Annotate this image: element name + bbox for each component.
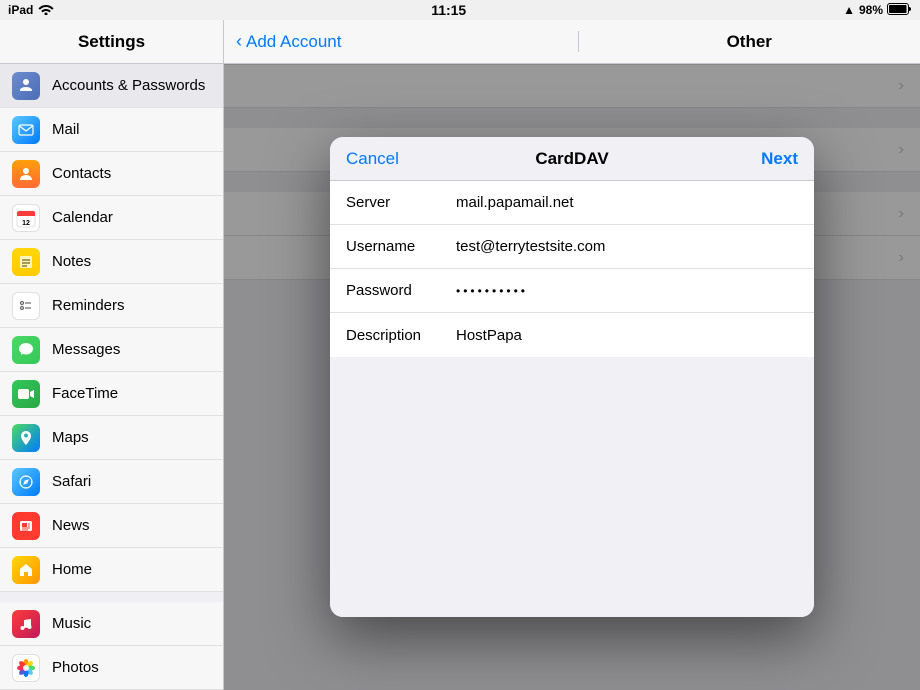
modal-footer [330,357,814,617]
reminders-icon [12,292,40,320]
header-row: Settings ‹ Add Account Other [0,20,920,64]
content-area: Accounts & Passwords Mail [0,64,920,690]
sidebar-mail-label: Mail [52,121,80,138]
username-value[interactable]: test@terrytestsite.com [456,238,798,255]
svg-text:12: 12 [22,220,30,227]
sidebar-item-photos[interactable]: Photos [0,646,223,690]
sidebar-item-reminders[interactable]: Reminders [0,284,223,328]
modal-next-button[interactable]: Next [761,149,798,169]
sidebar-maps-label: Maps [52,429,89,446]
nav-back-button[interactable]: Add Account [246,32,341,52]
description-label: Description [346,327,456,344]
modal-username-row: Username test@terrytestsite.com [330,225,814,269]
sidebar-home-label: Home [52,561,92,578]
sidebar-item-maps[interactable]: Maps [0,416,223,460]
home-icon [12,556,40,584]
notes-icon [12,248,40,276]
news-icon [12,512,40,540]
status-bar: iPad 11:15 ▲ 98% [0,0,920,20]
battery-icon [887,3,912,18]
sidebar-item-mail[interactable]: Mail [0,108,223,152]
sidebar-item-facetime[interactable]: FaceTime [0,372,223,416]
modal-body: Server mail.papamail.net Username test@t… [330,181,814,357]
settings-title: Settings [0,20,224,63]
modal-title: CardDAV [535,149,608,169]
calendar-icon: 12 [12,204,40,232]
sidebar-item-home[interactable]: Home [0,548,223,592]
location-icon: ▲ [843,3,855,17]
maps-icon [12,424,40,452]
carddav-modal: Cancel CardDAV Next Server mail.papamail… [330,137,814,617]
sidebar-item-news[interactable]: News [0,504,223,548]
facetime-icon [12,380,40,408]
main-layout: Settings ‹ Add Account Other Accounts [0,20,920,690]
server-value[interactable]: mail.papamail.net [456,194,798,211]
server-label: Server [346,194,456,211]
sidebar-safari-label: Safari [52,473,91,490]
music-icon [12,610,40,638]
sidebar-contacts-label: Contacts [52,165,111,182]
sidebar-item-messages[interactable]: Messages [0,328,223,372]
back-chevron-icon: ‹ [236,31,242,52]
status-time: 11:15 [431,2,466,18]
sidebar-notes-label: Notes [52,253,91,270]
photos-icon [12,654,40,682]
status-left: iPad [8,3,54,18]
modal-cancel-button[interactable]: Cancel [346,149,399,169]
modal-password-row: Password •••••••••• [330,269,814,313]
nav-section: ‹ Add Account [224,31,579,52]
sidebar-item-accounts[interactable]: Accounts & Passwords [0,64,223,108]
sidebar-reminders-label: Reminders [52,297,125,314]
nav-title: Other [727,32,772,52]
description-value[interactable]: HostPapa [456,327,798,344]
accounts-icon [12,72,40,100]
sidebar-item-calendar[interactable]: 12 Calendar [0,196,223,240]
messages-icon [12,336,40,364]
modal-description-row: Description HostPapa [330,313,814,357]
sidebar-accounts-label: Accounts & Passwords [52,77,205,94]
nav-title-section: Other [579,32,920,52]
sidebar-facetime-label: FaceTime [52,385,118,402]
sidebar-messages-label: Messages [52,341,120,358]
safari-icon [12,468,40,496]
status-right: ▲ 98% [843,3,912,18]
right-panel: › › › › [224,64,920,690]
modal-server-row: Server mail.papamail.net [330,181,814,225]
modal-header: Cancel CardDAV Next [330,137,814,181]
sidebar-divider [0,592,223,602]
password-label: Password [346,282,456,299]
sidebar-music-label: Music [52,615,91,632]
password-value[interactable]: •••••••••• [456,284,798,298]
sidebar-news-label: News [52,517,90,534]
battery-label: 98% [859,3,883,17]
sidebar-item-contacts[interactable]: Contacts [0,152,223,196]
sidebar-photos-label: Photos [52,659,99,676]
header-right: ‹ Add Account Other [224,20,920,63]
sidebar-item-music[interactable]: Music [0,602,223,646]
sidebar-item-notes[interactable]: Notes [0,240,223,284]
wifi-icon [38,3,54,18]
sidebar-item-safari[interactable]: Safari [0,460,223,504]
sidebar-calendar-label: Calendar [52,209,113,226]
contacts-icon [12,160,40,188]
carrier-label: iPad [8,3,33,17]
sidebar: Accounts & Passwords Mail [0,64,224,690]
mail-icon [12,116,40,144]
username-label: Username [346,238,456,255]
